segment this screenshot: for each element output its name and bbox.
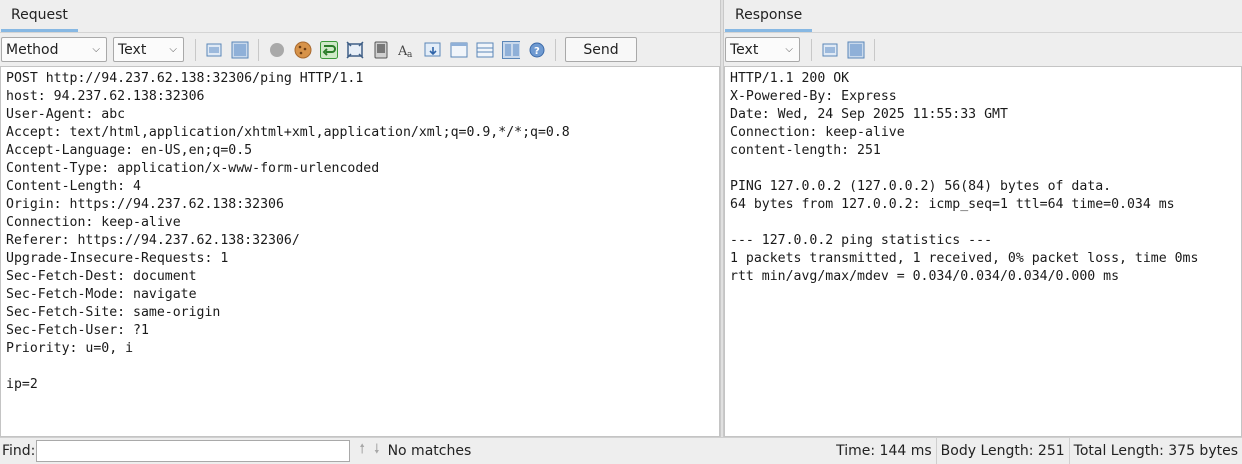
request-line: Priority: u=0, i (6, 341, 134, 356)
response-format-select[interactable]: Text ⌵ (725, 37, 800, 62)
request-line (6, 358, 714, 376)
table-icon[interactable] (476, 41, 494, 59)
response-tabbar: Response (724, 0, 1242, 33)
request-line: Origin: https://94.237.62.138:32306 (6, 197, 284, 212)
request-pane: Request Method ⌵ Text ⌵ A a ? Send POST … (0, 0, 720, 437)
arrow-down-icon[interactable]: 🠗 (374, 440, 380, 462)
request-line: Sec-Fetch-Site: same-origin (6, 305, 221, 320)
font-icon[interactable]: Aa (398, 41, 416, 59)
time-stat: Time: 144 ms (836, 443, 932, 459)
follow-redirect-icon[interactable] (320, 40, 338, 59)
method-select-label: Method (6, 41, 59, 58)
find-result-text: No matches (387, 443, 472, 459)
response-pane: Response Text ⌵ HTTP/1.1 200 OK X-Powered… (724, 0, 1242, 437)
tab-response[interactable]: Response (725, 4, 813, 32)
layout-horizontal-icon[interactable] (205, 41, 223, 59)
toolbar-separator (555, 38, 556, 61)
response-line: 1 packets transmitted, 1 received, 0% pa… (730, 251, 1199, 266)
request-editor[interactable]: POST http://94.237.62.138:32306/ping HTT… (0, 66, 720, 437)
grey-circle-icon[interactable] (268, 41, 286, 59)
request-format-select[interactable]: Text ⌵ (113, 37, 184, 62)
total-length-stat: Total Length: 375 bytes (1068, 438, 1242, 464)
request-line: ip=2 (6, 377, 38, 392)
split-view-icon[interactable] (502, 40, 520, 59)
response-toolbar: Text ⌵ (724, 34, 1242, 65)
layout-horizontal-icon[interactable] (821, 41, 839, 59)
tab-request[interactable]: Request (1, 4, 78, 32)
request-line: Sec-Fetch-Dest: document (6, 269, 197, 284)
response-line: X-Powered-By: Express (730, 89, 897, 104)
response-line: rtt min/avg/max/mdev = 0.034/0.034/0.034… (730, 269, 1120, 284)
request-toolbar: Method ⌵ Text ⌵ Aa ? Send (0, 34, 720, 65)
status-bar: Find: 🠕 🠗 No matches Time: 144 ms Body L… (0, 437, 1242, 464)
request-line: Upgrade-Insecure-Requests: 1 (6, 251, 229, 266)
response-line: --- 127.0.0.2 ping statistics --- (730, 233, 993, 248)
svg-text:a: a (407, 50, 413, 59)
chevron-down-icon: ⌵ (169, 44, 177, 55)
chevron-down-icon: ⌵ (92, 44, 100, 55)
response-line (730, 160, 1236, 178)
response-line: HTTP/1.1 200 OK (730, 71, 850, 86)
resize-icon[interactable] (346, 40, 364, 59)
method-select[interactable]: Method ⌵ (1, 37, 107, 62)
toolbar-separator (258, 38, 259, 61)
request-line: Connection: keep-alive (6, 215, 181, 230)
response-line: 64 bytes from 127.0.0.2: icmp_seq=1 ttl=… (730, 197, 1175, 212)
request-line: Referer: https://94.237.62.138:32306/ (6, 233, 300, 248)
device-icon[interactable] (372, 41, 390, 59)
response-stats: Time: 144 ms Body Length: 251 Total Leng… (832, 438, 1242, 464)
response-line: Connection: keep-alive (730, 125, 905, 140)
request-tabbar: Request (0, 0, 720, 33)
request-line: Accept: text/html,application/xhtml+xml,… (6, 125, 570, 140)
find-label: Find: (2, 443, 36, 459)
arrow-up-icon[interactable]: 🠕 (359, 440, 365, 462)
body-length-stat: Body Length: 251 (935, 438, 1069, 464)
request-line: Sec-Fetch-Mode: navigate (6, 287, 197, 302)
response-line (730, 214, 1236, 232)
response-editor[interactable]: HTTP/1.1 200 OK X-Powered-By: Express Date… (724, 66, 1242, 437)
request-line: Content-Length: 4 (6, 179, 141, 194)
toolbar-separator (811, 38, 812, 61)
help-icon[interactable]: ? (528, 41, 546, 59)
request-line: Content-Type: application/x-www-form-url… (6, 161, 380, 176)
response-format-label: Text (730, 41, 759, 58)
save-icon[interactable] (424, 41, 442, 59)
request-line: User-Agent: abc (6, 107, 126, 122)
layout-vertical-icon[interactable] (231, 41, 249, 59)
svg-text:?: ? (534, 46, 540, 57)
response-line: content-length: 251 (730, 143, 881, 158)
find-input[interactable] (36, 440, 351, 462)
toolbar-separator (195, 38, 196, 61)
send-button[interactable]: Send (565, 37, 637, 62)
request-line: Sec-Fetch-User: ?1 (6, 323, 149, 338)
request-format-label: Text (118, 41, 147, 58)
request-line: POST http://94.237.62.138:32306/ping HTT… (6, 71, 364, 86)
toolbar-separator (874, 38, 875, 61)
chevron-down-icon: ⌵ (785, 44, 793, 55)
response-line: PING 127.0.0.2 (127.0.0.2) 56(84) bytes … (730, 179, 1112, 194)
request-line: Accept-Language: en-US,en;q=0.5 (6, 143, 253, 158)
layout-vertical-icon[interactable] (847, 41, 865, 59)
request-line: host: 94.237.62.138:32306 (6, 89, 205, 104)
browser-window-icon[interactable] (450, 41, 468, 59)
response-line: Date: Wed, 24 Sep 2025 11:55:33 GMT (730, 107, 1008, 122)
cookie-icon[interactable] (294, 41, 312, 59)
